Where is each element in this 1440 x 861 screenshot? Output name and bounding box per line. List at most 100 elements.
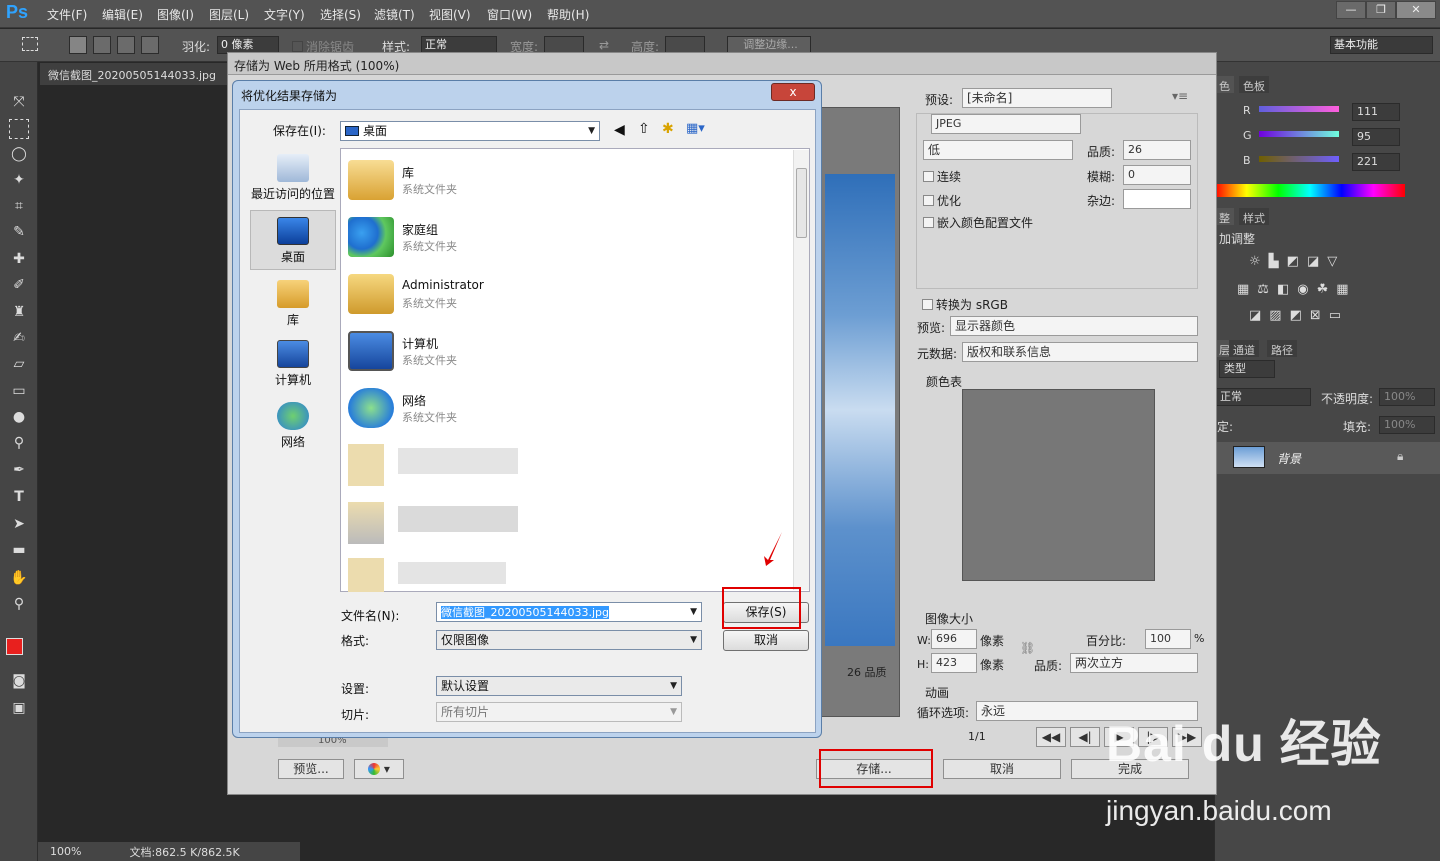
path-selection-icon[interactable]: ➤ xyxy=(9,514,29,534)
place-computer[interactable]: 计算机 xyxy=(250,340,336,388)
menu-help[interactable]: 帮助(H) xyxy=(547,6,589,23)
place-libraries[interactable]: 库 xyxy=(250,280,336,328)
prev-frame-button[interactable]: ◀| xyxy=(1070,727,1100,747)
photo-filter-icon[interactable]: ◉ xyxy=(1297,282,1308,297)
quick-mask-icon[interactable]: ◙ xyxy=(9,671,29,691)
scrollbar-thumb[interactable] xyxy=(796,168,807,238)
foreground-color-swatch[interactable] xyxy=(6,638,23,655)
matte-select[interactable] xyxy=(1123,189,1191,209)
layer-row[interactable]: 背景 🔒︎ xyxy=(1215,442,1440,474)
menu-select[interactable]: 选择(S) xyxy=(320,6,361,23)
preset-select[interactable]: [未命名] xyxy=(962,88,1112,108)
opacity-input[interactable]: 100% xyxy=(1379,388,1435,406)
color-spectrum[interactable] xyxy=(1215,184,1405,197)
compression-select[interactable]: 低 xyxy=(923,140,1073,160)
b-slider[interactable] xyxy=(1259,156,1339,162)
place-recent[interactable]: 最近访问的位置 xyxy=(250,154,336,202)
lasso-tool-icon[interactable]: ◯ xyxy=(9,144,29,164)
width-input[interactable]: 696 xyxy=(931,629,977,649)
blurred-item[interactable] xyxy=(344,440,520,490)
dodge-tool-icon[interactable]: ⚲ xyxy=(9,433,29,453)
curves-icon[interactable]: ◩ xyxy=(1287,254,1299,269)
first-frame-button[interactable]: ◀◀ xyxy=(1036,727,1066,747)
up-folder-icon[interactable]: ⇧ xyxy=(638,121,650,137)
pen-tool-icon[interactable]: ✒ xyxy=(9,460,29,480)
embed-profile-checkbox[interactable]: 嵌入颜色配置文件 xyxy=(923,214,1033,231)
menu-image[interactable]: 图像(I) xyxy=(157,6,194,23)
eyedropper-icon[interactable]: ✎ xyxy=(9,222,29,242)
r-input[interactable]: 111 xyxy=(1352,103,1400,121)
hand-tool-icon[interactable]: ✋ xyxy=(9,568,29,588)
g-slider[interactable] xyxy=(1259,131,1339,137)
browser-select[interactable]: ▾ xyxy=(354,759,404,779)
r-slider[interactable] xyxy=(1259,106,1339,112)
tab-styles[interactable]: 样式 xyxy=(1239,208,1269,225)
blur-tool-icon[interactable]: ● xyxy=(9,407,29,427)
sfw-cancel-button[interactable]: 取消 xyxy=(943,759,1061,779)
minimize-button[interactable]: — xyxy=(1336,1,1366,19)
blend-mode-select[interactable]: 正常 xyxy=(1215,388,1311,406)
place-desktop[interactable]: 桌面 xyxy=(250,210,336,270)
format-select[interactable]: JPEG xyxy=(931,114,1081,134)
filename-input[interactable]: 微信截图_20200505144033.jpg ▼ xyxy=(436,602,702,622)
file-list-scrollbar[interactable] xyxy=(793,150,809,590)
history-brush-icon[interactable]: ✍ xyxy=(9,328,29,348)
gradient-map-icon[interactable]: ⊠ xyxy=(1310,308,1321,323)
list-item[interactable]: 家庭组 系统文件夹 xyxy=(344,211,744,263)
place-network[interactable]: 网络 xyxy=(250,402,336,450)
tab-adjustments[interactable]: 整 xyxy=(1215,208,1234,225)
preset-menu-icon[interactable]: ▾≡ xyxy=(1172,89,1188,103)
rectangle-tool-icon[interactable]: ▬ xyxy=(9,540,29,560)
resample-select[interactable]: 两次立方 xyxy=(1070,653,1198,673)
g-input[interactable]: 95 xyxy=(1352,128,1400,146)
menu-filter[interactable]: 滤镜(T) xyxy=(374,6,415,23)
list-item[interactable]: 库 系统文件夹 xyxy=(344,154,744,206)
subtract-selection-icon[interactable] xyxy=(117,36,135,54)
brightness-icon[interactable]: ☼ xyxy=(1249,254,1261,269)
tab-color[interactable]: 色 xyxy=(1215,76,1234,93)
slices-select[interactable]: 所有切片 ▼ xyxy=(436,702,682,722)
metadata-select[interactable]: 版权和联系信息 xyxy=(962,342,1198,362)
menu-window[interactable]: 窗口(W) xyxy=(487,6,532,23)
document-info[interactable]: 文档:862.5 K/862.5K xyxy=(129,844,239,860)
hue-icon[interactable]: ▦ xyxy=(1237,282,1249,297)
invert-icon[interactable]: ◪ xyxy=(1249,308,1261,323)
tab-channels[interactable]: 通道 xyxy=(1229,340,1259,357)
save-in-select[interactable]: 桌面 ▼ xyxy=(340,121,600,141)
document-tab[interactable]: 微信截图_20200505144033.jpg xyxy=(40,63,230,85)
screen-mode-icon[interactable]: ▣ xyxy=(9,698,29,718)
link-icon[interactable]: ⛓ xyxy=(1020,641,1035,655)
swap-icon[interactable]: ⇄ xyxy=(599,38,609,52)
file-cancel-button[interactable]: 取消 xyxy=(723,630,809,651)
menu-edit[interactable]: 编辑(E) xyxy=(102,6,143,23)
tab-swatches[interactable]: 色板 xyxy=(1239,76,1269,93)
kind-filter-select[interactable]: 类型 xyxy=(1219,360,1275,378)
eraser-tool-icon[interactable]: ▱ xyxy=(9,354,29,374)
format-select[interactable]: 仅限图像 ▼ xyxy=(436,630,702,650)
healing-brush-icon[interactable]: ✚ xyxy=(9,249,29,269)
percent-input[interactable]: 100 xyxy=(1145,629,1191,649)
settings-select[interactable]: 默认设置 ▼ xyxy=(436,676,682,696)
menu-file[interactable]: 文件(F) xyxy=(47,6,87,23)
view-menu-icon[interactable]: ▦▾ xyxy=(686,121,705,136)
list-item[interactable]: 网络 系统文件夹 xyxy=(344,382,744,434)
posterize-icon[interactable]: ▨ xyxy=(1269,308,1281,323)
levels-icon[interactable]: ▙ xyxy=(1269,254,1279,269)
intersect-selection-icon[interactable] xyxy=(141,36,159,54)
exposure-icon[interactable]: ◪ xyxy=(1307,254,1319,269)
quality-input[interactable]: 26 xyxy=(1123,140,1191,160)
marquee-tool-icon[interactable] xyxy=(9,119,29,139)
selective-color-icon[interactable]: ▭ xyxy=(1329,308,1341,323)
close-window-button[interactable]: ✕ xyxy=(1396,1,1436,19)
add-selection-icon[interactable] xyxy=(93,36,111,54)
magic-wand-icon[interactable]: ✦ xyxy=(9,170,29,190)
menu-layer[interactable]: 图层(L) xyxy=(209,6,249,23)
move-tool-icon[interactable]: ⤧ xyxy=(9,92,29,112)
blurred-item[interactable] xyxy=(344,554,520,594)
preview-select[interactable]: 显示器颜色 xyxy=(950,316,1198,336)
vibrance-icon[interactable]: ▽ xyxy=(1327,254,1337,269)
tab-paths[interactable]: 路径 xyxy=(1267,340,1297,357)
height-input[interactable]: 423 xyxy=(931,653,977,673)
balance-icon[interactable]: ⚖ xyxy=(1257,282,1269,297)
zoom-level[interactable]: 100% xyxy=(50,845,81,858)
